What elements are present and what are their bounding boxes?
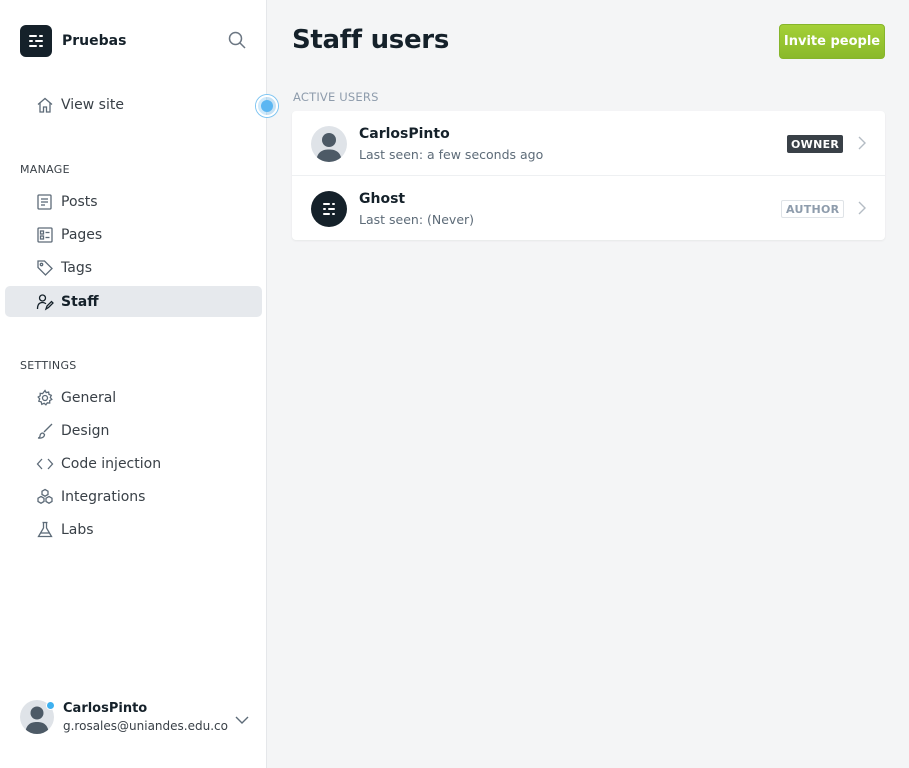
role-badge: AUTHOR <box>781 200 845 218</box>
nav-pages[interactable]: Pages <box>5 219 262 250</box>
site-name: Pruebas <box>62 33 127 49</box>
nav-label: Integrations <box>61 488 146 505</box>
settings-section-title: SETTINGS <box>20 359 77 372</box>
brush-icon <box>36 422 54 440</box>
nav-labs[interactable]: Labs <box>5 514 262 545</box>
nav-view-site[interactable]: View site <box>5 89 262 120</box>
home-icon <box>36 96 54 114</box>
nav-design[interactable]: Design <box>5 415 262 446</box>
role-badge: OWNER <box>787 135 844 153</box>
avatar <box>311 126 347 162</box>
nav-tags[interactable]: Tags <box>5 252 262 283</box>
nav-staff[interactable]: Staff <box>5 286 262 317</box>
user-row[interactable]: Ghost Last seen: (Never) AUTHOR <box>292 176 885 240</box>
gear-icon <box>36 389 54 407</box>
search-icon[interactable] <box>228 31 248 51</box>
posts-icon <box>36 193 54 211</box>
nav-label: Code injection <box>61 455 162 472</box>
nav-integrations[interactable]: Integrations <box>5 481 262 512</box>
brand[interactable]: Pruebas <box>20 25 126 57</box>
online-indicator <box>46 701 55 710</box>
account-name: CarlosPinto <box>63 701 148 716</box>
chevron-right-icon <box>855 135 869 151</box>
nav-label: View site <box>61 96 124 113</box>
active-users-label: ACTIVE USERS <box>293 90 379 104</box>
nav-label: Staff <box>61 293 99 310</box>
nav-label: Posts <box>61 193 98 210</box>
user-last-seen: Last seen: a few seconds ago <box>359 147 544 162</box>
page-title: Staff users <box>292 25 449 55</box>
invite-people-button[interactable]: Invite people <box>779 24 885 59</box>
chevron-right-icon <box>855 200 869 216</box>
nav-posts[interactable]: Posts <box>5 186 262 217</box>
nav-label: General <box>61 389 117 406</box>
ghost-avatar <box>311 191 347 227</box>
nav-code-injection[interactable]: Code injection <box>5 448 262 479</box>
sidebar: Pruebas View site MANAGE Posts Pages Tag… <box>0 0 267 768</box>
nav-label: Pages <box>61 226 103 243</box>
code-icon <box>36 455 54 473</box>
main-content: Staff users Invite people ACTIVE USERS C… <box>268 0 909 768</box>
staff-icon <box>36 293 54 311</box>
user-name: Ghost <box>359 191 406 207</box>
ghost-logo-icon <box>20 25 52 57</box>
nav-label: Tags <box>61 259 92 276</box>
user-last-seen: Last seen: (Never) <box>359 212 475 227</box>
account-menu[interactable]: CarlosPinto g.rosales@uniandes.edu.co <box>20 700 250 734</box>
integrations-icon <box>36 488 54 506</box>
manage-section-title: MANAGE <box>20 163 70 176</box>
user-name: CarlosPinto <box>359 126 450 142</box>
nav-general[interactable]: General <box>5 382 262 413</box>
nav-label: Labs <box>61 521 94 538</box>
user-row[interactable]: CarlosPinto Last seen: a few seconds ago… <box>292 111 885 176</box>
flask-icon <box>36 521 54 539</box>
account-email: g.rosales@uniandes.edu.co <box>63 719 228 733</box>
pages-icon <box>36 226 54 244</box>
tag-icon <box>36 259 54 277</box>
nav-label: Design <box>61 422 110 439</box>
users-list: CarlosPinto Last seen: a few seconds ago… <box>292 111 885 240</box>
chevron-down-icon <box>234 712 250 728</box>
